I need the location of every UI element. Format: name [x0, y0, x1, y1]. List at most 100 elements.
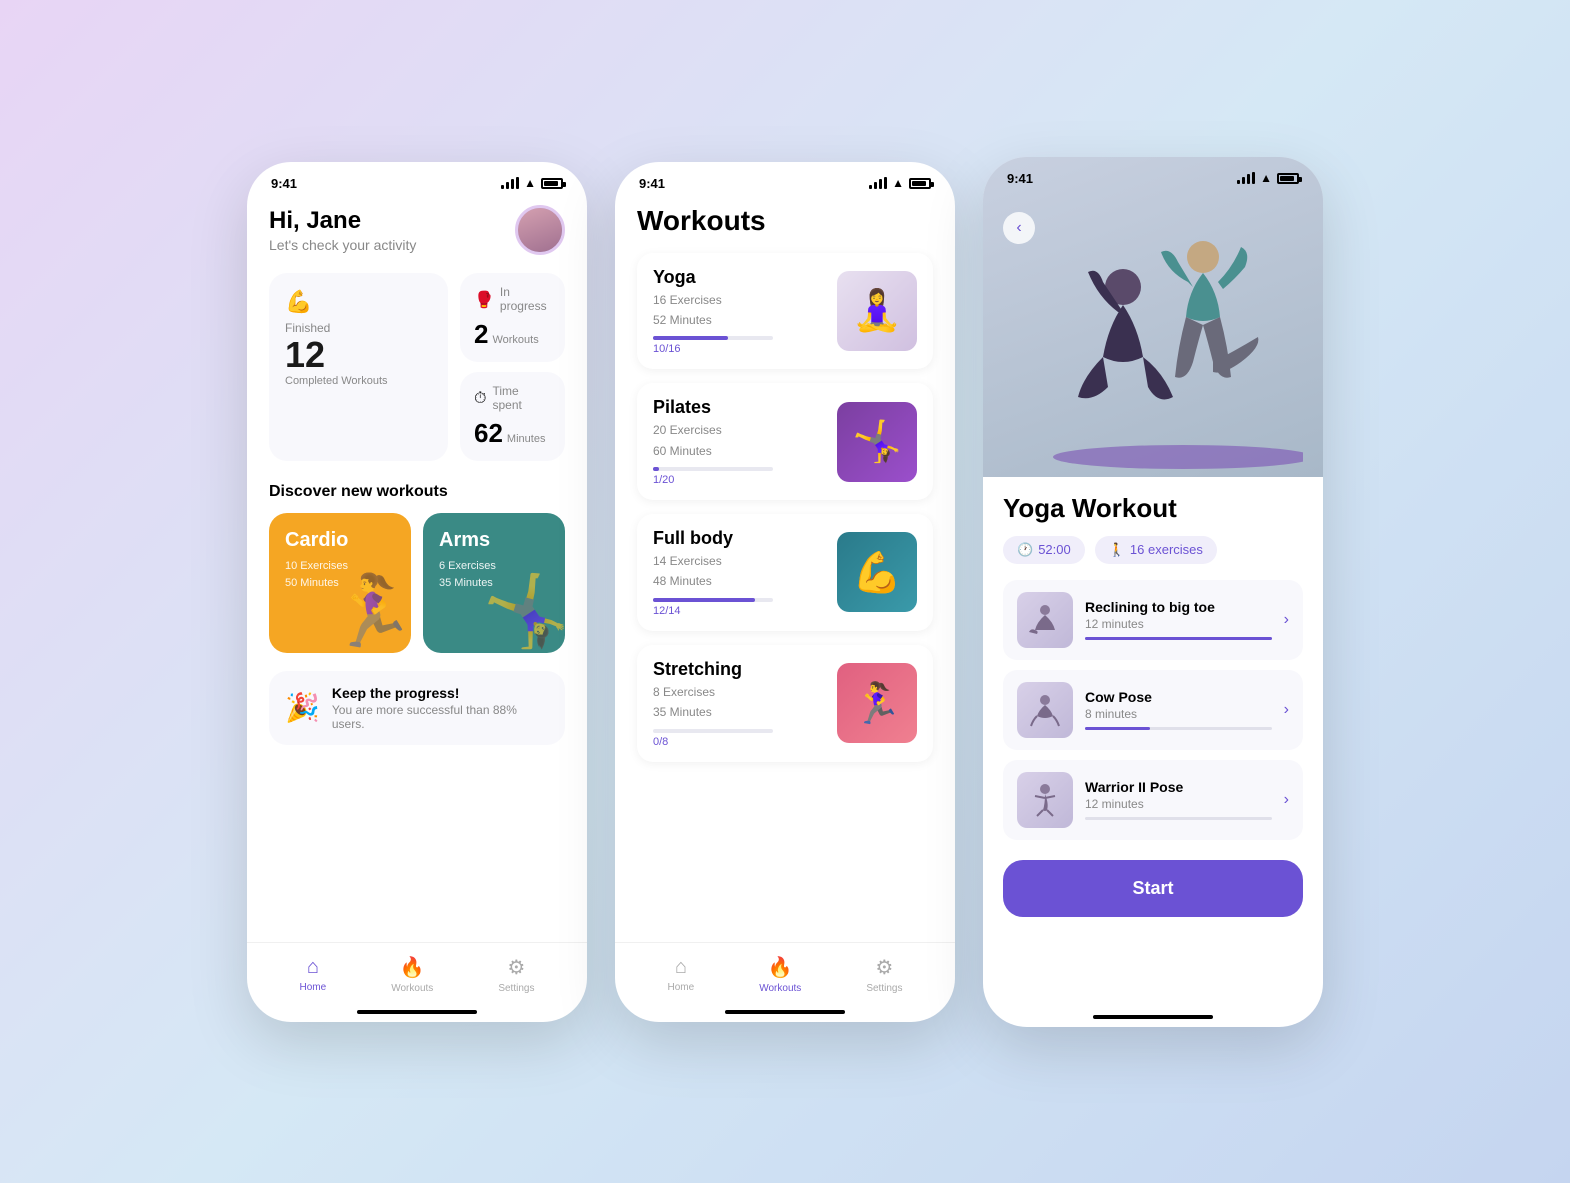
nav-home-w[interactable]: ⌂ Home	[668, 956, 695, 993]
time-home: 9:41	[271, 176, 297, 191]
workouts-nav-label: Workouts	[391, 983, 433, 994]
pilates-progress-fill	[653, 467, 659, 471]
battery-icon-y	[1277, 173, 1299, 184]
workouts-bottom-nav: ⌂ Home 🔥 Workouts ⚙ Settings	[615, 942, 955, 1002]
inprogress-sublabel: Workouts	[492, 334, 538, 346]
nav-settings-w[interactable]: ⚙ Settings	[866, 955, 902, 994]
fullbody-duration: 48 Minutes	[653, 571, 773, 591]
start-button[interactable]: Start	[1003, 860, 1303, 917]
wifi-icon-y: ▲	[1260, 171, 1272, 185]
workout-item-fullbody[interactable]: Full body 14 Exercises 48 Minutes 12/14 …	[637, 514, 933, 631]
exercise-item-warrior[interactable]: Warrior II Pose 12 minutes ›	[1003, 760, 1303, 840]
warrior-info: Warrior II Pose 12 minutes	[1085, 779, 1272, 820]
phone-yoga-detail: 9:41 ▲ ‹	[983, 157, 1323, 1027]
nav-workouts-home[interactable]: 🔥 Workouts	[391, 955, 433, 994]
yoga-duration: 52 Minutes	[653, 310, 773, 330]
status-bar-workouts: 9:41 ▲	[615, 162, 955, 195]
exercise-item-reclining[interactable]: Reclining to big toe 12 minutes ›	[1003, 580, 1303, 660]
reclining-info: Reclining to big toe 12 minutes	[1085, 599, 1272, 640]
cow-thumb	[1017, 682, 1073, 738]
yoga-progress-fill	[653, 336, 728, 340]
arms-card[interactable]: Arms 6 Exercises 35 Minutes 🤸‍♀️	[423, 513, 565, 653]
inprogress-emoji: 🥊	[474, 290, 494, 310]
pilates-progress-label: 1/20	[653, 474, 773, 486]
reclining-name: Reclining to big toe	[1085, 599, 1272, 615]
clock-icon: 🕐	[1017, 542, 1033, 558]
finished-number: 12	[285, 337, 432, 373]
fullbody-progress-label: 12/14	[653, 605, 773, 617]
warrior-chevron[interactable]: ›	[1284, 791, 1289, 809]
home-icon-w: ⌂	[675, 956, 687, 979]
nav-home[interactable]: ⌂ Home	[300, 956, 327, 993]
settings-nav-label: Settings	[498, 983, 534, 994]
inprogress-label: In progress	[500, 285, 551, 313]
cow-time: 8 minutes	[1085, 707, 1272, 721]
exercise-item-cow[interactable]: Cow Pose 8 minutes ›	[1003, 670, 1303, 750]
home-indicator	[357, 1010, 477, 1014]
stretching-progress-bar	[653, 729, 773, 733]
yoga-progress-bar	[653, 336, 773, 340]
yoga-exercises: 16 Exercises	[653, 290, 773, 310]
banner-title: Keep the progress!	[332, 685, 549, 701]
reclining-progress-bar	[1085, 637, 1272, 640]
yoga-figures	[983, 157, 1323, 477]
workout-item-yoga[interactable]: Yoga 16 Exercises 52 Minutes 10/16 🧘‍♀️	[637, 253, 933, 370]
inprogress-number: 2	[474, 319, 488, 350]
phone-home: 9:41 ▲ Hi, Jane Let's check	[247, 162, 587, 1022]
stats-row: 💪 Finished 12 Completed Workouts 🥊 In pr…	[269, 273, 565, 461]
home-label-w: Home	[668, 982, 695, 993]
cow-chevron[interactable]: ›	[1284, 701, 1289, 719]
yoga-detail-title: Yoga Workout	[1003, 493, 1303, 524]
home-indicator-y	[1093, 1015, 1213, 1019]
warrior-name: Warrior II Pose	[1085, 779, 1272, 795]
cow-info: Cow Pose 8 minutes	[1085, 689, 1272, 730]
right-stats: 🥊 In progress 2 Workouts ⏱ Time spent	[460, 273, 565, 461]
finished-emoji: 💪	[285, 289, 432, 315]
settings-nav-icon: ⚙	[507, 955, 525, 980]
workouts-nav-icon: 🔥	[400, 955, 425, 980]
cow-progress-fill	[1085, 727, 1150, 730]
workout-item-pilates[interactable]: Pilates 20 Exercises 60 Minutes 1/20 🤸‍♀…	[637, 383, 933, 500]
status-icons-yoga: ▲	[1237, 171, 1299, 185]
finished-sublabel: Completed Workouts	[285, 375, 432, 387]
workouts-content: Workouts Yoga 16 Exercises 52 Minutes 10…	[615, 195, 955, 975]
banner-emoji: 🎉	[285, 691, 320, 724]
nav-workouts-w[interactable]: 🔥 Workouts	[759, 955, 801, 994]
warrior-thumb	[1017, 772, 1073, 828]
home-bottom-nav: ⌂ Home 🔥 Workouts ⚙ Settings	[247, 942, 587, 1002]
reclining-time: 12 minutes	[1085, 617, 1272, 631]
exercises-badge: 🚶 16 exercises	[1095, 536, 1217, 564]
greeting-text: Hi, Jane Let's check your activity	[269, 207, 416, 253]
signal-icon-y	[1237, 172, 1255, 184]
workout-item-stretching[interactable]: Stretching 8 Exercises 35 Minutes 0/8 🏃‍…	[637, 645, 933, 762]
warrior-progress-bar	[1085, 817, 1272, 820]
cow-name: Cow Pose	[1085, 689, 1272, 705]
time-yoga: 9:41	[1007, 171, 1033, 186]
home-indicator-w	[725, 1010, 845, 1014]
stretching-info: Stretching 8 Exercises 35 Minutes 0/8	[653, 659, 773, 748]
avatar	[515, 205, 565, 255]
status-icons-home: ▲	[501, 176, 563, 190]
yoga-progress-label: 10/16	[653, 343, 773, 355]
phone-workouts: 9:41 ▲ Workouts Yoga	[615, 162, 955, 1022]
phones-container: 9:41 ▲ Hi, Jane Let's check	[247, 157, 1323, 1027]
cardio-card[interactable]: Cardio 10 Exercises 50 Minutes 🏃‍♀️	[269, 513, 411, 653]
back-button[interactable]: ‹	[1003, 212, 1035, 244]
reclining-chevron[interactable]: ›	[1284, 611, 1289, 629]
stretching-thumbnail: 🏃‍♀️	[837, 663, 917, 743]
stretching-progress-label: 0/8	[653, 736, 773, 748]
time-badge: 🕐 52:00	[1003, 536, 1085, 564]
greeting-subtitle: Let's check your activity	[269, 237, 416, 253]
finished-card: 💪 Finished 12 Completed Workouts	[269, 273, 448, 461]
yoga-svg	[1003, 197, 1303, 477]
arms-title: Arms	[439, 529, 549, 552]
nav-settings-home[interactable]: ⚙ Settings	[498, 955, 534, 994]
fullbody-progress-fill	[653, 598, 755, 602]
workouts-screen-title: Workouts	[637, 205, 933, 237]
yoga-hero: ‹	[983, 157, 1323, 477]
cardio-title: Cardio	[285, 529, 395, 552]
yoga-thumbnail: 🧘‍♀️	[837, 271, 917, 351]
settings-label-w: Settings	[866, 983, 902, 994]
fullbody-name: Full body	[653, 528, 773, 549]
finished-label: Finished	[285, 321, 432, 335]
